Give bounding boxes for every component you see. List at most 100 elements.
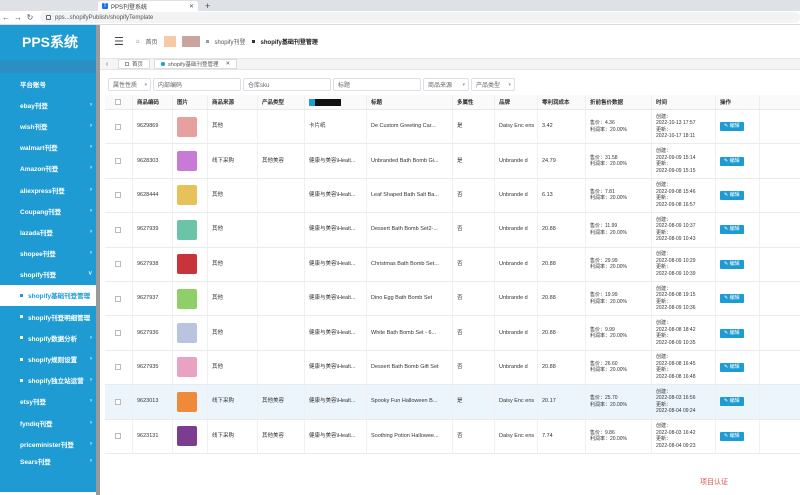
edit-button[interactable]: ✎ 编辑	[720, 259, 744, 269]
row-checkbox[interactable]	[115, 398, 121, 405]
product-thumbnail[interactable]	[177, 254, 197, 275]
edit-button[interactable]: ✎ 编辑	[720, 362, 744, 372]
sidebar-item-shopify-basic[interactable]: shopify基础刊登管理	[0, 284, 100, 307]
row-checkbox[interactable]	[115, 330, 121, 337]
product-thumbnail[interactable]	[177, 288, 197, 309]
select-all-checkbox[interactable]	[115, 99, 121, 105]
product-thumbnail[interactable]	[177, 426, 197, 447]
product-thumbnail[interactable]	[177, 185, 197, 206]
sidebar-item-walmart[interactable]: walmart刊登 ›	[0, 137, 100, 158]
cell-src: 其他	[208, 247, 258, 281]
row-checkbox[interactable]	[115, 295, 121, 302]
sidebar-item-shopify-ops[interactable]: shopify独立站运营 ›	[0, 370, 100, 391]
edit-button[interactable]: ✎ 编辑	[720, 225, 744, 235]
sidebar-item-coupang[interactable]: Coupang刊登 ›	[0, 200, 100, 221]
close-tab-icon[interactable]: ✕	[189, 3, 194, 10]
sidebar-item-amazon[interactable]: Amazon刊登 ›	[0, 158, 100, 179]
browser-tab[interactable]: T PPS刊登系统 ✕	[98, 1, 198, 11]
product-thumbnail[interactable]	[177, 151, 197, 172]
sidebar-item-shopify-detail[interactable]: shopify刊登明细管理	[0, 306, 100, 327]
row-checkbox[interactable]	[115, 158, 121, 165]
header-time: 时间	[652, 95, 716, 109]
edit-button[interactable]: ✎ 编辑	[720, 190, 744, 200]
attr-select[interactable]: 属性性质 ▾	[108, 78, 151, 91]
edit-button[interactable]: ✎ 编辑	[720, 397, 744, 407]
sku-input[interactable]: 仓库sku	[243, 78, 331, 91]
product-thumbnail[interactable]	[177, 219, 197, 240]
sidebar-item-shopify[interactable]: shopify刊登 ˅	[0, 264, 100, 285]
chevron-right-icon: ›	[90, 419, 92, 426]
tab-home[interactable]: 首页	[118, 59, 151, 69]
url-text: pps...shopifyPublish/shopifyTemplate	[55, 14, 154, 21]
product-thumbnail[interactable]	[177, 357, 197, 378]
breadcrumb-shopify[interactable]: shopify刊登	[215, 37, 246, 46]
row-checkbox[interactable]	[115, 433, 121, 440]
edit-button[interactable]: ✎ 编辑	[720, 156, 744, 166]
table-row[interactable]: 9627937 其他 健康与美容\Healt... Dino Egg Bath Bom…	[105, 281, 800, 317]
cell-disc: 售价：29.99 利润率：20.00%	[586, 247, 652, 281]
new-tab-icon[interactable]: +	[205, 1, 210, 11]
sidebar-item-ebay[interactable]: ebay刊登 ›	[0, 94, 100, 115]
sidebar-item-etsy[interactable]: etsy刊登 ›	[0, 391, 100, 412]
edit-button[interactable]: ✎ 编辑	[720, 294, 744, 304]
reload-icon[interactable]: ↻	[24, 13, 36, 22]
sidebar-item-aliexpress[interactable]: aliexpress刊登 ›	[0, 179, 100, 200]
ptype-select[interactable]: 产品类型 ▾	[471, 78, 515, 91]
address-bar[interactable]: pps...shopifyPublish/shopifyTemplate	[40, 12, 800, 23]
breadcrumb: ⌂ 首页 shopify刊登 shopify基础刊登管理	[136, 36, 318, 47]
code-input[interactable]: 内部编码	[153, 78, 241, 91]
breadcrumb-home[interactable]: 首页	[146, 37, 158, 46]
sidebar-item-platform-account[interactable]: 平台账号	[0, 73, 100, 94]
title-input[interactable]: 标题	[333, 78, 421, 91]
header-category	[305, 95, 367, 109]
tab-shopify-basic[interactable]: shopify基础刊登管理 ✕	[154, 59, 238, 69]
edit-button[interactable]: ✎ 编辑	[720, 431, 744, 441]
row-checkbox[interactable]	[115, 123, 121, 130]
table-row[interactable]: 9628303 线下采购 其他美容 健康与美容\Healt... Unbranded B…	[105, 144, 800, 179]
table-row[interactable]: 9627935 其他 健康与美容\Healt... Dessert Bath Bomb…	[105, 350, 800, 386]
row-checkbox[interactable]	[115, 226, 121, 233]
row-checkbox[interactable]	[115, 364, 121, 371]
filter-bar: 属性性质 ▾ 内部编码 仓库sku 标题 商品来源 ▾ 产品类型 ▾	[108, 78, 515, 91]
sidebar-item-fyndiq[interactable]: fyndiq刊登 ›	[0, 412, 100, 433]
cell-img	[173, 419, 208, 453]
table-row[interactable]: 9623131 线下采购 其他美容 健康与美容\Healt... Soothing Po…	[105, 419, 800, 454]
table-row[interactable]: 9623013 线下采购 其他美容 健康与美容\Healt... Spooky Fun …	[105, 385, 800, 420]
sidebar-item-user[interactable]	[0, 60, 100, 73]
sidebar-scrollbar[interactable]	[96, 25, 100, 495]
edit-button[interactable]: ✎ 编辑	[720, 328, 744, 338]
sidebar-item-wish[interactable]: wish刊登 ›	[0, 115, 100, 136]
menu-toggle-icon[interactable]: ☰	[114, 35, 124, 48]
product-thumbnail[interactable]	[177, 323, 197, 344]
source-select[interactable]: 商品来源 ▾	[423, 78, 469, 91]
table-row[interactable]: 9629869 其他 卡片纸 De Custom Greeting Car... 是 Da…	[105, 110, 800, 145]
row-checkbox[interactable]	[115, 192, 121, 199]
table-row[interactable]: 9627936 其他 健康与美容\Healt... White Bath Bomb S…	[105, 316, 800, 351]
header-code[interactable]: 商品编码	[133, 95, 173, 109]
table-row[interactable]: 9627939 其他 健康与美容\Healt... Dessert Bath Bomb…	[105, 213, 800, 248]
cell-cost: 20.88	[538, 316, 586, 350]
profit-text: 利润率：20.00%	[590, 367, 627, 374]
cell-title: De Custom Greeting Car...	[367, 110, 453, 144]
cell-brand: Daisy Enc ens	[495, 385, 538, 419]
home-icon: ⌂	[135, 38, 140, 45]
sidebar-item-lazada[interactable]: lazada刊登 ›	[0, 221, 100, 242]
sidebar-item-sears[interactable]: Sears刊登 ›	[0, 454, 100, 468]
sidebar-item-label: wish刊登	[20, 123, 48, 131]
sidebar-item-shopee[interactable]: shopee刊登 ›	[0, 243, 100, 264]
row-checkbox[interactable]	[115, 261, 121, 268]
sidebar-item-shopify-analytics[interactable]: shopify数据分析 ›	[0, 327, 100, 348]
back-icon[interactable]: ←	[0, 13, 12, 22]
tabs-prev-icon[interactable]: ‹	[100, 61, 114, 68]
product-thumbnail[interactable]	[177, 391, 197, 412]
close-tab-icon[interactable]: ✕	[225, 61, 230, 67]
product-thumbnail[interactable]	[177, 116, 197, 137]
edit-button[interactable]: ✎ 编辑	[720, 122, 744, 132]
cell-multi: 否	[453, 419, 495, 453]
table-row[interactable]: 9627938 其他 健康与美容\Healt... Christmas Bath Bo…	[105, 247, 800, 282]
chevron-down-icon: ▾	[508, 81, 511, 88]
table-row[interactable]: 9628444 其他 健康与美容\Healt... Leaf Shaped Bath …	[105, 178, 800, 214]
sidebar-item-shopify-rules[interactable]: shopify规则设置 ›	[0, 348, 100, 369]
forward-icon[interactable]: →	[12, 13, 24, 22]
sidebar-item-priceminister[interactable]: priceminister刊登 ›	[0, 433, 100, 454]
